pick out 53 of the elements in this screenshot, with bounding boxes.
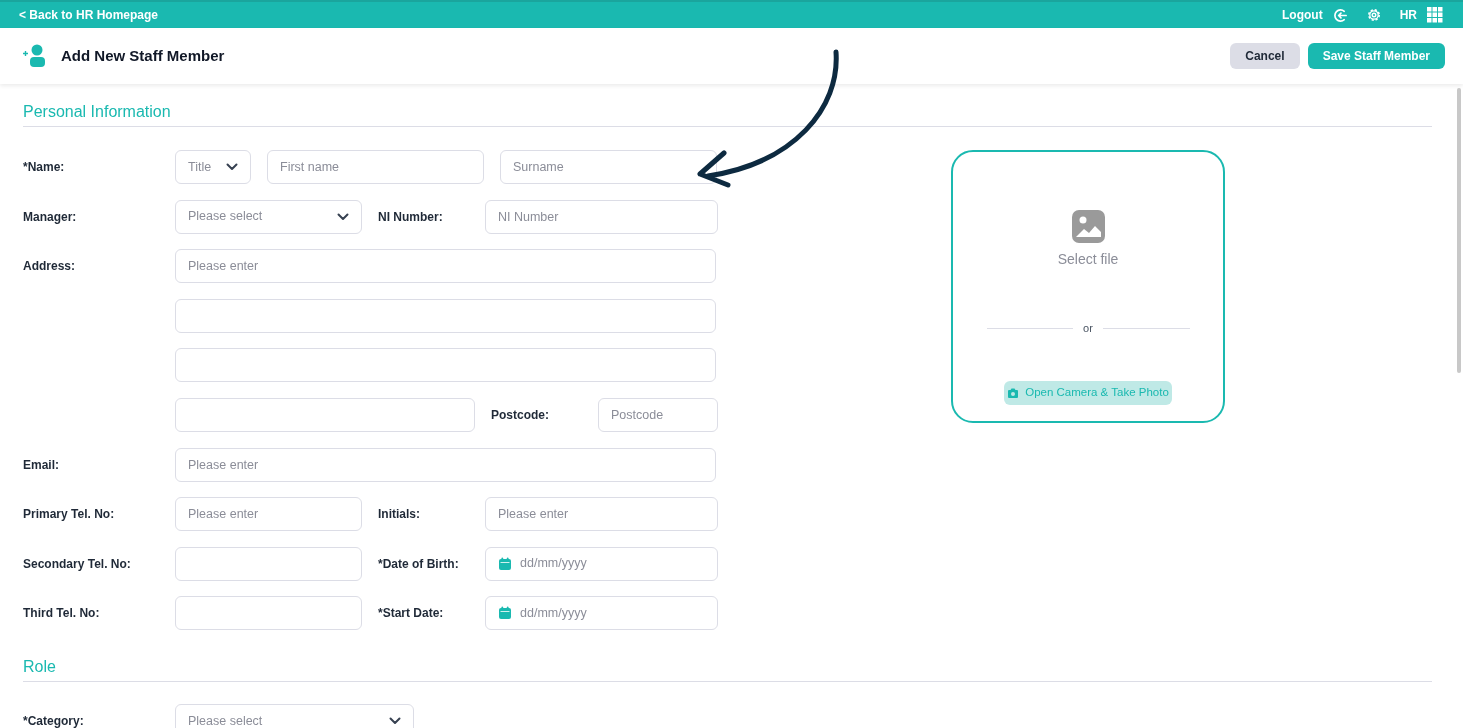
save-button[interactable]: Save Staff Member	[1307, 43, 1445, 69]
field-label: *Date of Birth:	[378, 555, 459, 573]
date-field[interactable]: dd/mm/yyyy	[485, 546, 718, 581]
chevron-down-icon	[389, 717, 401, 726]
select-field[interactable]: Please select	[175, 199, 362, 234]
image-icon[interactable]	[1071, 210, 1105, 243]
or-separator: or	[1083, 321, 1093, 336]
back-link[interactable]: < Back to HR Homepage	[19, 6, 159, 24]
input-field[interactable]	[175, 546, 362, 581]
select-field[interactable]: Please select	[175, 704, 414, 728]
field-label: Primary Tel. No:	[23, 506, 115, 524]
field-label: Initials:	[378, 506, 420, 524]
apps-grid-icon[interactable]	[1427, 7, 1443, 23]
field-label: Address:	[23, 258, 75, 276]
input-field[interactable]	[175, 596, 362, 631]
add-user-icon	[22, 44, 46, 68]
field-label: *Start Date:	[378, 605, 444, 623]
field-label: *Category:	[23, 713, 84, 728]
logout-link[interactable]: Logout	[1282, 6, 1323, 24]
page-title: Add New Staff Member	[61, 45, 225, 66]
input-field[interactable]	[175, 348, 716, 383]
chevron-down-icon	[337, 212, 349, 221]
input-field[interactable]	[175, 298, 716, 333]
select-field[interactable]: Title	[175, 150, 251, 184]
input-field[interactable]	[175, 397, 475, 432]
field-label: Email:	[23, 456, 59, 474]
input-field[interactable]: Postcode	[598, 397, 718, 432]
input-field[interactable]: Please enter	[485, 497, 718, 532]
field-label: Postcode:	[491, 406, 549, 424]
section-heading: Personal Information	[23, 103, 171, 120]
input-field[interactable]: First name	[267, 150, 484, 184]
user-initials: HR	[1399, 7, 1417, 24]
date-field[interactable]: dd/mm/yyyy	[485, 596, 718, 631]
calendar-icon	[498, 606, 512, 621]
settings-icon[interactable]	[1365, 7, 1382, 23]
input-field[interactable]: Please enter	[175, 249, 716, 284]
section-heading: Role	[23, 658, 56, 676]
cancel-button[interactable]: Cancel	[1230, 43, 1300, 69]
input-field[interactable]: Please enter	[175, 447, 716, 482]
field-label: Manager:	[23, 208, 77, 226]
chevron-down-icon	[226, 163, 238, 171]
field-label: NI Number:	[378, 208, 443, 226]
field-label: *Name:	[23, 159, 65, 176]
logout-icon[interactable]	[1332, 7, 1348, 23]
field-label: Third Tel. No:	[23, 605, 100, 623]
select-file-label[interactable]: Select file	[1057, 249, 1119, 270]
camera-icon	[1007, 387, 1020, 398]
input-field[interactable]: Please enter	[175, 497, 362, 532]
input-field[interactable]: Surname	[500, 150, 717, 184]
input-field[interactable]: NI Number	[485, 199, 718, 234]
calendar-icon	[498, 556, 512, 571]
field-label: Secondary Tel. No:	[23, 555, 131, 573]
open-camera-button[interactable]: Open Camera & Take Photo	[1004, 380, 1172, 405]
